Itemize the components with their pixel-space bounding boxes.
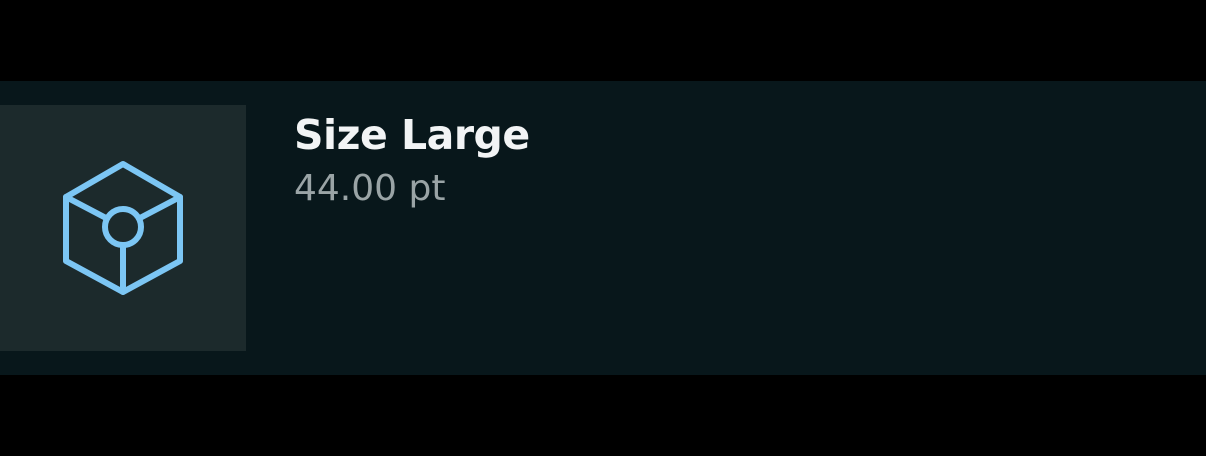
item-size-value: 44.00 pt — [294, 168, 446, 209]
list-item-card[interactable]: Size Large 44.00 pt — [0, 81, 1206, 375]
item-thumbnail — [0, 105, 246, 351]
cube-icon — [63, 161, 183, 295]
item-title: Size Large — [294, 111, 530, 159]
item-text: Size Large 44.00 pt — [294, 111, 530, 213]
